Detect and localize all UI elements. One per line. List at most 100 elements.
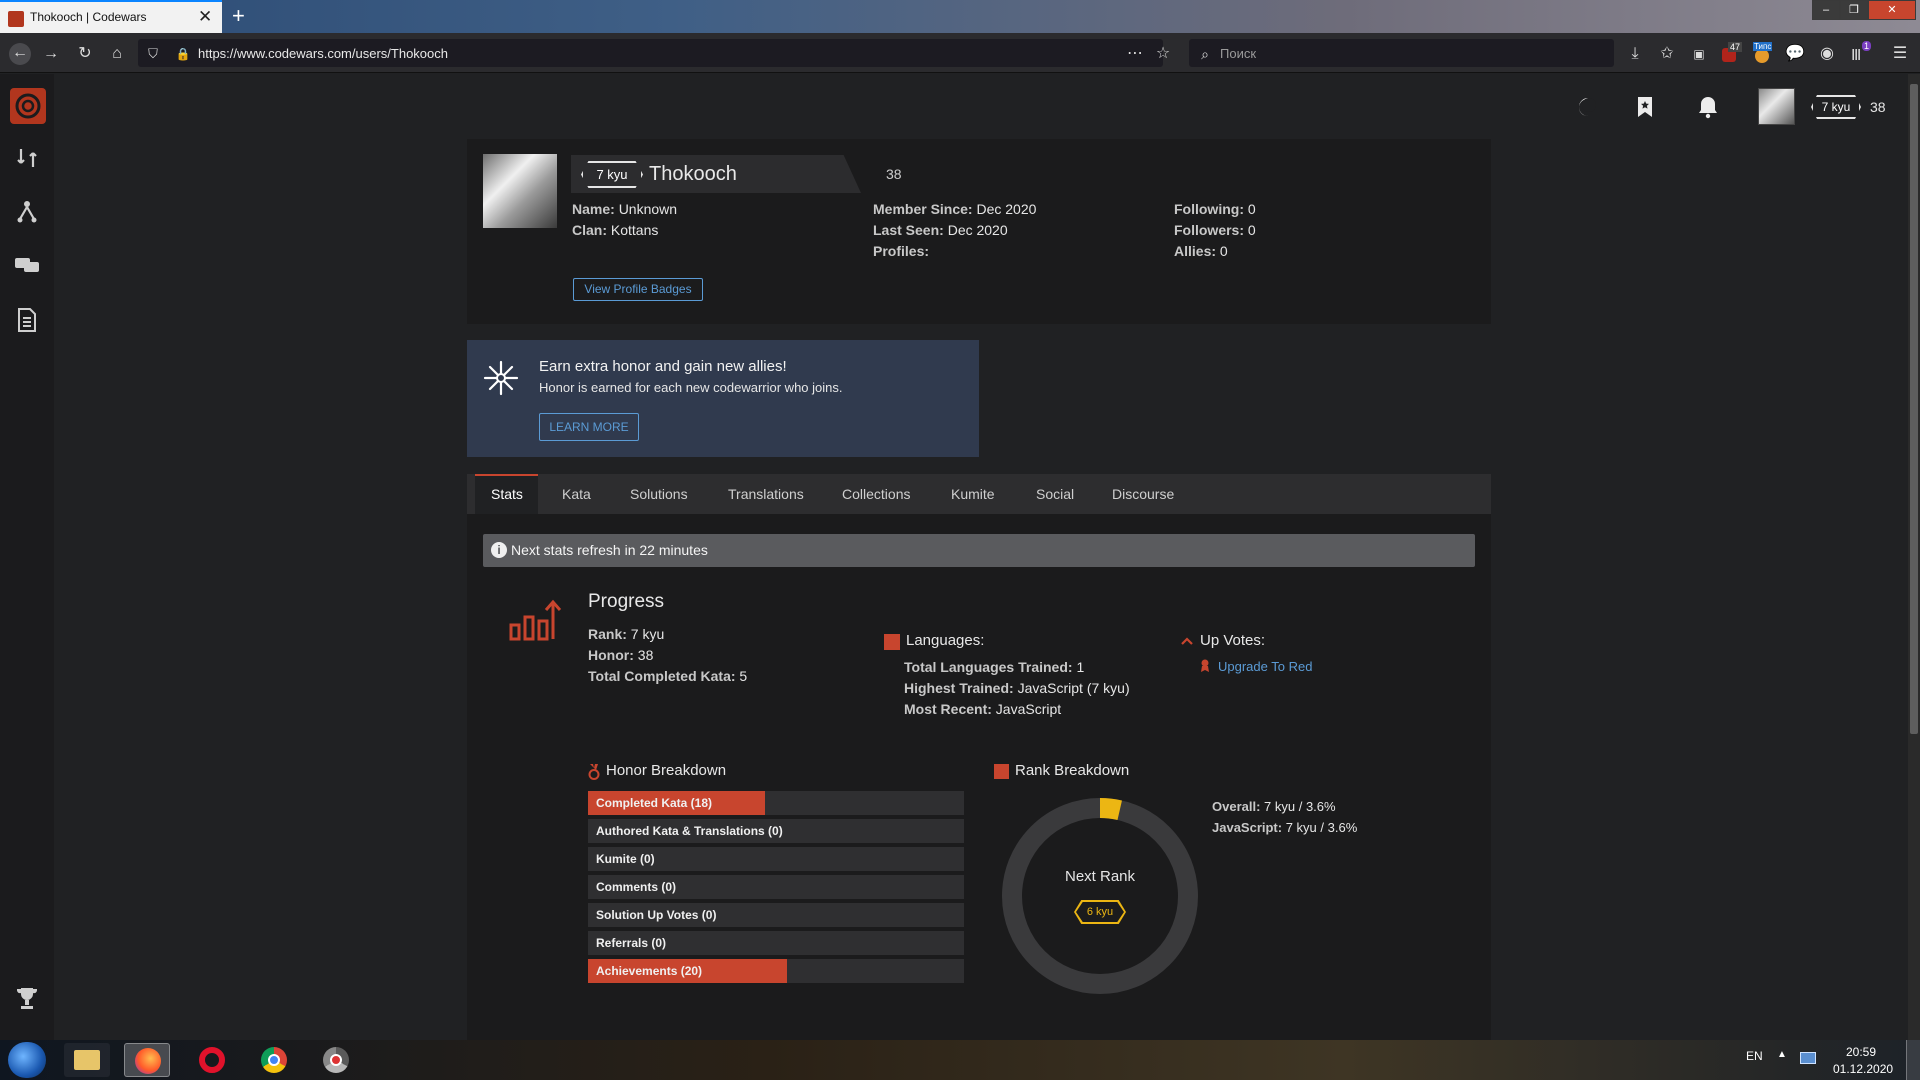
last-seen-row: Last Seen: Dec 2020: [873, 222, 1008, 238]
tab-stats[interactable]: Stats: [491, 486, 523, 502]
scrollbar-thumb[interactable]: [1910, 84, 1918, 734]
clock-time[interactable]: 20:59: [1846, 1045, 1876, 1059]
forward-arrow-icon[interactable]: →: [41, 44, 61, 64]
taskbar-chrome-dev[interactable]: [312, 1043, 358, 1077]
upgrade-to-red-link[interactable]: Upgrade To Red: [1218, 659, 1312, 674]
codewars-logo[interactable]: [10, 88, 46, 124]
window-minimize-button[interactable]: –: [1812, 0, 1840, 20]
reader-icon[interactable]: ▣: [1689, 44, 1709, 64]
followers-row[interactable]: Followers: 0: [1174, 222, 1256, 238]
stats-notice: i Next stats refresh in 22 minutes: [483, 534, 1475, 567]
new-tab-button[interactable]: +: [232, 3, 245, 29]
network-icon[interactable]: [1800, 1052, 1816, 1064]
reload-icon[interactable]: ↻: [75, 44, 95, 64]
bookmarks-icon[interactable]: [1633, 95, 1657, 119]
progress-honor-row: Honor: 38: [588, 647, 654, 663]
url-text: https://www.codewars.com/users/Thokooch: [198, 46, 448, 61]
tray-expand-icon[interactable]: ▲: [1777, 1049, 1787, 1060]
notifications-bell-icon[interactable]: [1696, 95, 1720, 119]
tab-translations[interactable]: Translations: [728, 486, 804, 502]
taskbar-firefox[interactable]: [124, 1043, 170, 1077]
page-actions-menu-icon[interactable]: ⋯: [1125, 44, 1145, 64]
following-row[interactable]: Following: 0: [1174, 201, 1256, 217]
show-desktop-button[interactable]: [1906, 1040, 1920, 1080]
ribbon-icon: [1200, 659, 1210, 673]
tips-extension-icon[interactable]: Типс: [1751, 42, 1775, 64]
progress-title: Progress: [588, 591, 665, 612]
tab-solutions[interactable]: Solutions: [630, 486, 688, 502]
medal-icon: [588, 764, 600, 780]
name-row: Name: Unknown: [572, 201, 678, 217]
bookmark-star-icon[interactable]: ☆: [1153, 44, 1173, 64]
library-badge: 1: [1862, 41, 1872, 51]
tab-collections[interactable]: Collections: [842, 486, 910, 502]
languages-icon: [884, 634, 900, 650]
home-icon[interactable]: ⌂: [107, 44, 127, 64]
languages-trained-row: Total Languages Trained: 1: [904, 659, 1085, 675]
profile-card: 7 kyu Thokooch 38 Name: Unknown Clan: Ko…: [467, 139, 1491, 324]
view-profile-badges-button[interactable]: View Profile Badges: [573, 278, 703, 301]
site-sidebar: [0, 74, 54, 1040]
tab-kumite[interactable]: Kumite: [951, 486, 995, 502]
user-rank-badge[interactable]: 7 kyu: [1811, 95, 1861, 119]
windows-start-button[interactable]: [8, 1042, 46, 1078]
window-maximize-button[interactable]: ❐: [1840, 0, 1868, 20]
account-icon[interactable]: ◉: [1817, 44, 1837, 64]
honor-bar-label: Authored Kata & Translations (0): [596, 824, 783, 838]
user-honor: 38: [1870, 99, 1886, 115]
tab-social[interactable]: Social: [1036, 486, 1074, 502]
back-arrow-icon[interactable]: ←: [9, 43, 31, 65]
chat-extension-icon[interactable]: 💬: [1785, 44, 1805, 64]
library-star-icon[interactable]: ✩: [1657, 44, 1677, 64]
browser-tab[interactable]: Thokooch | Codewars ✕: [0, 0, 222, 33]
languages-title: Languages:: [906, 632, 985, 649]
extension-badge: 47: [1728, 42, 1743, 52]
allies-row[interactable]: Allies: 0: [1174, 243, 1228, 259]
clock-date[interactable]: 01.12.2020: [1833, 1062, 1893, 1076]
honor-bar-label: Completed Kata (18): [596, 796, 713, 810]
honor-bar: Completed Kata (18): [588, 791, 964, 815]
search-icon: ⌕: [1201, 46, 1209, 62]
progress-rank-row: Rank: 7 kyu: [588, 626, 665, 642]
tab-close-icon[interactable]: ✕: [198, 7, 212, 27]
clan-row: Clan: Kottans: [572, 222, 659, 238]
library-icon[interactable]: Ⅲ 1: [1849, 41, 1872, 64]
honor-breakdown-title: Honor Breakdown: [606, 762, 727, 779]
shield-icon[interactable]: ⛉: [143, 44, 163, 64]
keyboard-language[interactable]: EN: [1746, 1049, 1763, 1063]
chevron-up-icon: [1180, 635, 1194, 647]
dark-mode-moon-icon[interactable]: [1573, 95, 1597, 119]
page-scrollbar[interactable]: [1908, 74, 1920, 1040]
honor-breakdown-bars: Completed Kata (18) Authored Kata & Trans…: [588, 791, 964, 987]
practice-icon[interactable]: [13, 144, 41, 172]
lock-icon: 🔒: [175, 47, 191, 61]
profile-username: Thokooch: [649, 163, 737, 185]
codewars-favicon-icon: [8, 11, 24, 27]
learn-more-button[interactable]: LEARN MORE: [539, 413, 639, 441]
trophy-icon[interactable]: [13, 984, 41, 1012]
taskbar-explorer[interactable]: [64, 1043, 110, 1077]
docs-icon[interactable]: [13, 306, 41, 334]
honor-bar: Referrals (0): [588, 931, 964, 955]
discussion-icon[interactable]: [13, 252, 41, 280]
profile-tabs: Stats Kata Solutions Translations Collec…: [467, 474, 1491, 514]
taskbar-opera[interactable]: [188, 1043, 234, 1077]
avatar[interactable]: [1758, 88, 1795, 125]
rank-donut-track: [1002, 798, 1198, 994]
window-close-button[interactable]: ✕: [1868, 0, 1916, 20]
tab-discourse[interactable]: Discourse: [1112, 486, 1174, 502]
hamburger-menu-icon[interactable]: ☰: [1890, 44, 1910, 64]
ublock-extension-icon[interactable]: 47: [1719, 42, 1743, 64]
rank-donut-progress: [1099, 798, 1122, 821]
upvotes-title: Up Votes:: [1200, 632, 1266, 649]
community-icon[interactable]: [13, 198, 41, 226]
honor-bar-label: Comments (0): [596, 880, 677, 894]
info-icon: i: [491, 542, 507, 558]
browser-tab-bar: [0, 0, 1920, 33]
folder-icon: [74, 1050, 100, 1070]
download-icon[interactable]: ⤓: [1625, 44, 1645, 64]
tab-kata[interactable]: Kata: [562, 486, 591, 502]
honor-bar: Kumite (0): [588, 847, 964, 871]
opera-icon: [199, 1047, 225, 1073]
taskbar-chrome[interactable]: [250, 1043, 296, 1077]
